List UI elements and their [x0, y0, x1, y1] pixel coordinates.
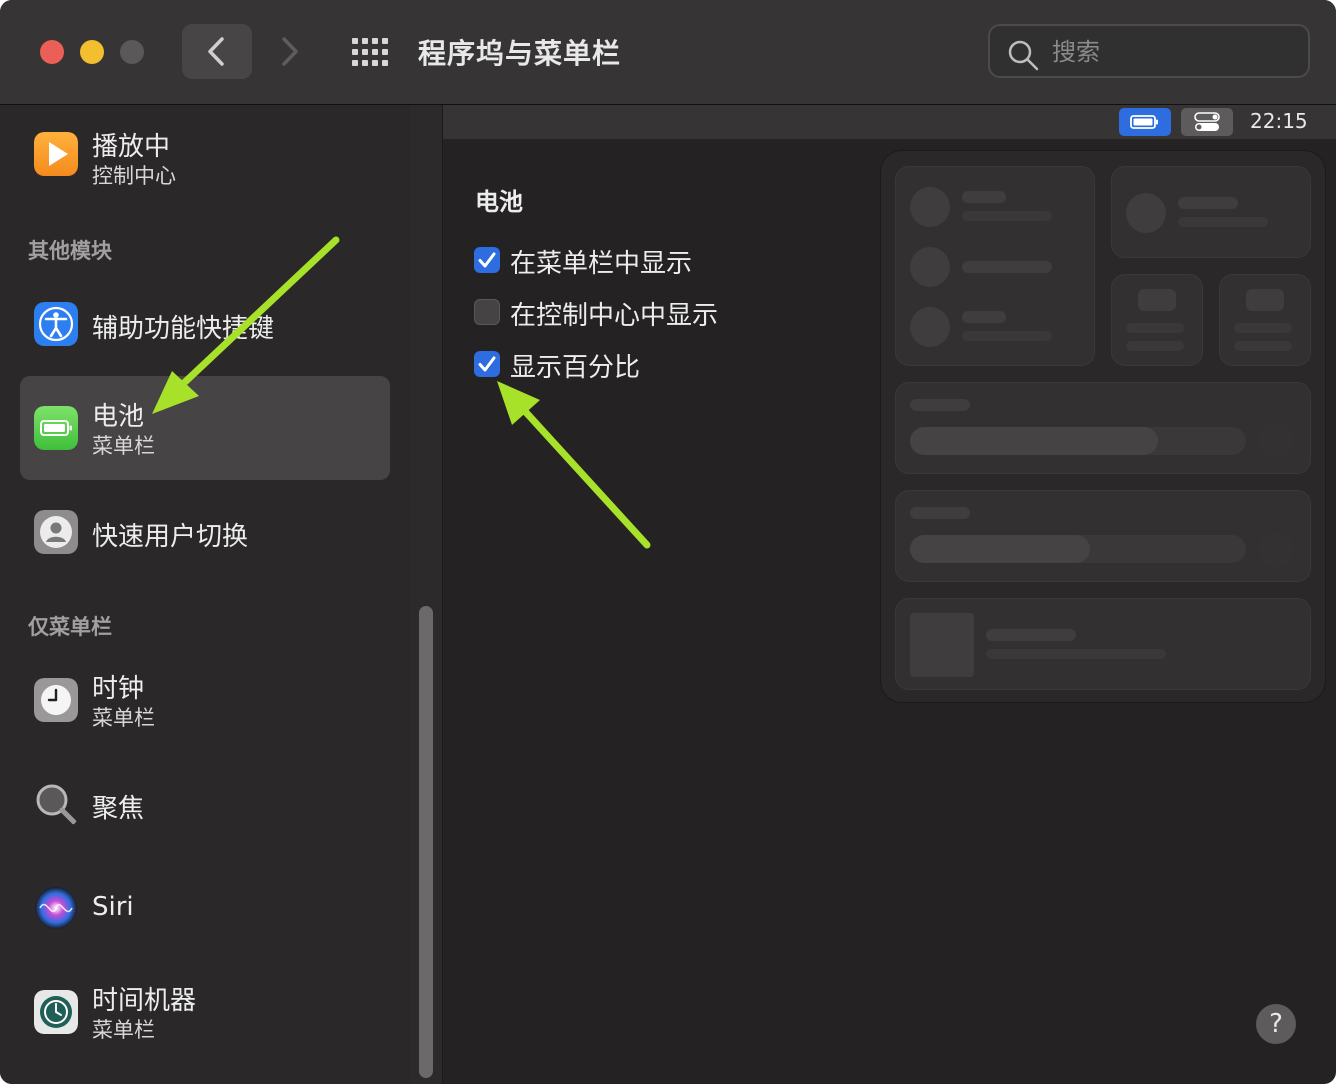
section-header-other-modules: 其他模块	[28, 239, 112, 263]
menubar-battery-icon	[1119, 108, 1171, 136]
sidebar-item-label: 时间机器	[92, 986, 197, 1016]
battery-icon	[34, 406, 78, 450]
sidebar-item-sublabel: 控制中心	[92, 164, 176, 188]
clock-icon	[34, 678, 78, 722]
preview-display-slider	[895, 382, 1311, 474]
minimize-window-button[interactable]	[80, 40, 104, 64]
checkbox-unchecked[interactable]	[474, 299, 500, 325]
option-label: 显示百分比	[510, 353, 641, 383]
checkmark-icon	[478, 252, 496, 268]
sidebar-item-time-machine[interactable]: 时间机器 菜单栏	[20, 960, 390, 1064]
search-icon	[1008, 40, 1039, 71]
close-window-button[interactable]	[40, 40, 64, 64]
time-machine-icon	[34, 990, 78, 1034]
toolbar: 程序坞与菜单栏	[0, 0, 1336, 105]
menubar-clock: 22:15	[1250, 109, 1308, 133]
preview-small-module	[1111, 274, 1203, 366]
preview-focus-module	[1111, 166, 1311, 258]
sidebar-item-label: Siri	[92, 892, 134, 922]
section-header-menubar-only: 仅菜单栏	[28, 615, 112, 639]
help-button[interactable]: ?	[1256, 1004, 1296, 1044]
user-switch-icon	[34, 510, 78, 554]
sidebar-item-now-playing[interactable]: 播放中 控制中心	[20, 106, 390, 210]
checkbox-checked[interactable]	[474, 351, 500, 377]
sidebar-item-label: 电池	[92, 402, 145, 432]
chevron-right-icon	[282, 37, 298, 66]
chevron-left-icon	[208, 37, 224, 66]
sidebar-item-fast-user-switching[interactable]: 快速用户切换	[20, 480, 390, 584]
sidebar-item-sublabel: 菜单栏	[92, 1018, 155, 1042]
back-button[interactable]	[182, 24, 252, 79]
sidebar-item-label: 时钟	[92, 674, 145, 704]
play-icon	[34, 132, 78, 176]
option-label: 在菜单栏中显示	[510, 249, 693, 279]
sidebar-item-clock[interactable]: 时钟 菜单栏	[20, 648, 390, 752]
sidebar-item-battery[interactable]: 电池 菜单栏	[20, 376, 390, 480]
checkbox-checked[interactable]	[474, 247, 500, 273]
control-center-preview	[880, 150, 1326, 703]
menubar-control-center-icon	[1181, 108, 1233, 136]
settings-window: 程序坞与菜单栏 播放中 控制中心 其他模块 辅助功能快捷键	[0, 0, 1336, 1084]
annotation-arrow-percentage	[497, 381, 651, 549]
forward-button[interactable]	[262, 24, 316, 79]
show-all-grid-icon[interactable]	[352, 38, 390, 66]
sidebar-item-spotlight[interactable]: 聚焦	[20, 752, 390, 856]
siri-icon	[35, 887, 77, 929]
spotlight-icon	[36, 784, 77, 825]
checkmark-icon	[478, 356, 496, 372]
section-title: 电池	[475, 188, 523, 216]
sidebar-item-label: 播放中	[92, 132, 171, 162]
window-title: 程序坞与菜单栏	[418, 37, 622, 70]
sidebar-item-label: 聚焦	[92, 794, 145, 824]
sidebar-item-siri[interactable]: Siri	[20, 856, 390, 960]
accessibility-icon	[34, 302, 78, 346]
search-field[interactable]	[988, 24, 1310, 78]
preview-small-module	[1219, 274, 1311, 366]
sidebar-item-label: 快速用户切换	[92, 522, 249, 552]
sidebar-item-sublabel: 菜单栏	[92, 434, 155, 458]
sidebar-item-sublabel: 菜单栏	[92, 706, 155, 730]
sidebar-item-label: 辅助功能快捷键	[92, 314, 275, 344]
option-label: 在控制中心中显示	[510, 301, 719, 331]
sidebar-item-accessibility-shortcuts[interactable]: 辅助功能快捷键	[20, 272, 390, 376]
sidebar-scrollbar-thumb[interactable]	[419, 606, 433, 1078]
search-input[interactable]	[1050, 34, 1294, 70]
preview-now-playing-module	[895, 598, 1311, 690]
preview-sound-slider	[895, 490, 1311, 582]
zoom-window-button[interactable]	[120, 40, 144, 64]
preview-network-module	[895, 166, 1095, 366]
